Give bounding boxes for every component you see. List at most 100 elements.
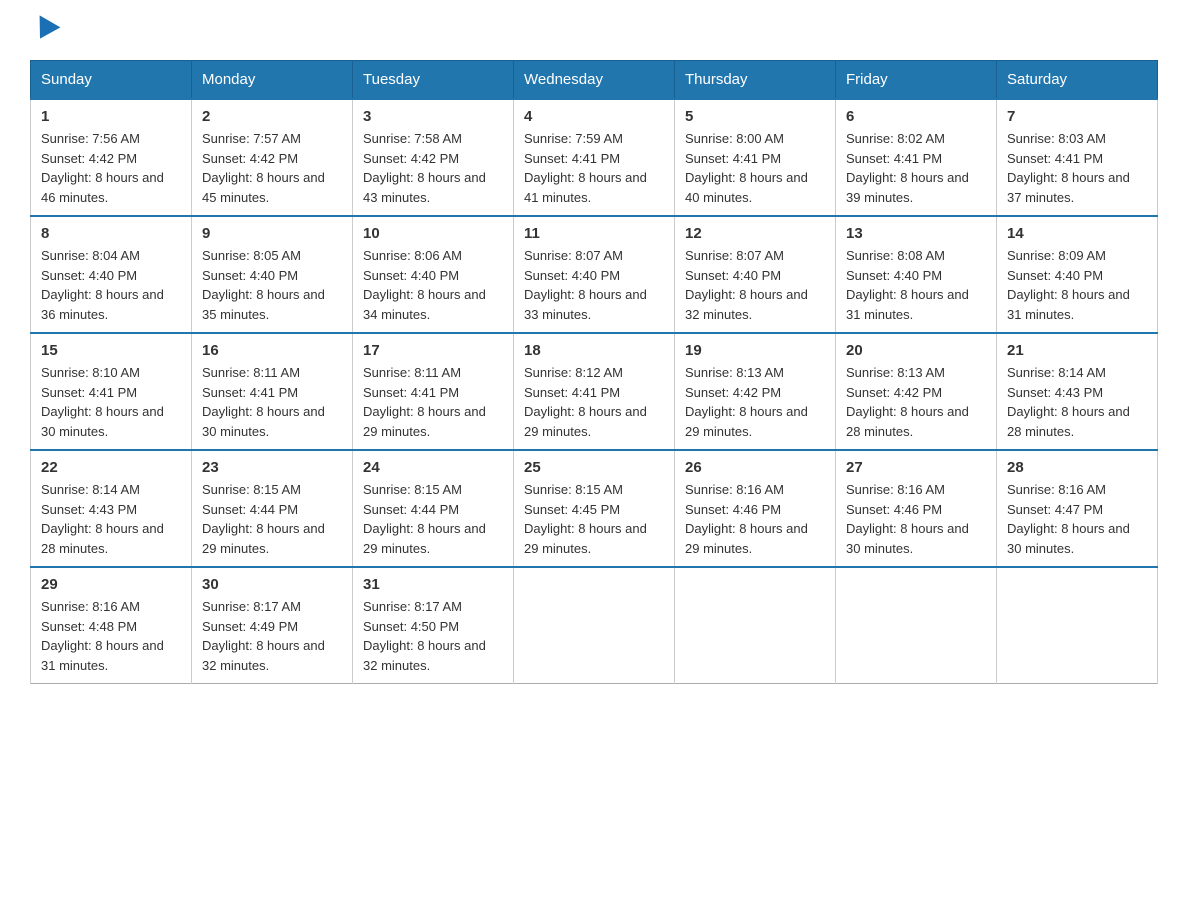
day-info: Sunrise: 8:12 AMSunset: 4:41 PMDaylight:… [524,365,647,439]
weekday-saturday: Saturday [997,61,1158,100]
day-cell [514,567,675,684]
day-number: 4 [524,108,664,125]
day-cell: 5 Sunrise: 8:00 AMSunset: 4:41 PMDayligh… [675,99,836,216]
day-number: 21 [1007,342,1147,359]
day-info: Sunrise: 8:11 AMSunset: 4:41 PMDaylight:… [363,365,486,439]
day-cell: 29 Sunrise: 8:16 AMSunset: 4:48 PMDaylig… [31,567,192,684]
day-cell: 16 Sunrise: 8:11 AMSunset: 4:41 PMDaylig… [192,333,353,450]
day-number: 13 [846,225,986,242]
day-number: 17 [363,342,503,359]
day-cell: 20 Sunrise: 8:13 AMSunset: 4:42 PMDaylig… [836,333,997,450]
day-info: Sunrise: 8:14 AMSunset: 4:43 PMDaylight:… [41,482,164,556]
day-cell: 11 Sunrise: 8:07 AMSunset: 4:40 PMDaylig… [514,216,675,333]
day-number: 10 [363,225,503,242]
weekday-monday: Monday [192,61,353,100]
weekday-sunday: Sunday [31,61,192,100]
day-cell: 15 Sunrise: 8:10 AMSunset: 4:41 PMDaylig… [31,333,192,450]
day-info: Sunrise: 8:16 AMSunset: 4:46 PMDaylight:… [846,482,969,556]
day-number: 20 [846,342,986,359]
day-cell: 2 Sunrise: 7:57 AMSunset: 4:42 PMDayligh… [192,99,353,216]
day-number: 30 [202,576,342,593]
day-cell: 31 Sunrise: 8:17 AMSunset: 4:50 PMDaylig… [353,567,514,684]
week-row-3: 15 Sunrise: 8:10 AMSunset: 4:41 PMDaylig… [31,333,1158,450]
day-cell: 23 Sunrise: 8:15 AMSunset: 4:44 PMDaylig… [192,450,353,567]
day-number: 1 [41,108,181,125]
day-cell: 27 Sunrise: 8:16 AMSunset: 4:46 PMDaylig… [836,450,997,567]
day-info: Sunrise: 8:07 AMSunset: 4:40 PMDaylight:… [685,248,808,322]
day-cell: 22 Sunrise: 8:14 AMSunset: 4:43 PMDaylig… [31,450,192,567]
logo-triangle-icon [30,15,61,44]
day-number: 3 [363,108,503,125]
day-cell: 18 Sunrise: 8:12 AMSunset: 4:41 PMDaylig… [514,333,675,450]
weekday-thursday: Thursday [675,61,836,100]
weekday-row: SundayMondayTuesdayWednesdayThursdayFrid… [31,61,1158,100]
day-info: Sunrise: 8:06 AMSunset: 4:40 PMDaylight:… [363,248,486,322]
day-number: 29 [41,576,181,593]
day-info: Sunrise: 8:07 AMSunset: 4:40 PMDaylight:… [524,248,647,322]
weekday-tuesday: Tuesday [353,61,514,100]
day-info: Sunrise: 8:11 AMSunset: 4:41 PMDaylight:… [202,365,325,439]
week-row-1: 1 Sunrise: 7:56 AMSunset: 4:42 PMDayligh… [31,99,1158,216]
day-number: 6 [846,108,986,125]
day-number: 16 [202,342,342,359]
day-cell: 14 Sunrise: 8:09 AMSunset: 4:40 PMDaylig… [997,216,1158,333]
day-number: 22 [41,459,181,476]
day-info: Sunrise: 8:16 AMSunset: 4:46 PMDaylight:… [685,482,808,556]
weekday-wednesday: Wednesday [514,61,675,100]
day-cell: 8 Sunrise: 8:04 AMSunset: 4:40 PMDayligh… [31,216,192,333]
week-row-5: 29 Sunrise: 8:16 AMSunset: 4:48 PMDaylig… [31,567,1158,684]
day-number: 11 [524,225,664,242]
day-number: 26 [685,459,825,476]
day-info: Sunrise: 8:03 AMSunset: 4:41 PMDaylight:… [1007,131,1130,205]
page-header [30,20,1158,40]
day-number: 2 [202,108,342,125]
day-cell: 7 Sunrise: 8:03 AMSunset: 4:41 PMDayligh… [997,99,1158,216]
day-cell: 26 Sunrise: 8:16 AMSunset: 4:46 PMDaylig… [675,450,836,567]
day-cell: 19 Sunrise: 8:13 AMSunset: 4:42 PMDaylig… [675,333,836,450]
day-info: Sunrise: 8:04 AMSunset: 4:40 PMDaylight:… [41,248,164,322]
logo [30,20,60,40]
day-number: 28 [1007,459,1147,476]
day-cell: 1 Sunrise: 7:56 AMSunset: 4:42 PMDayligh… [31,99,192,216]
day-info: Sunrise: 8:17 AMSunset: 4:50 PMDaylight:… [363,599,486,673]
day-info: Sunrise: 8:00 AMSunset: 4:41 PMDaylight:… [685,131,808,205]
day-cell: 25 Sunrise: 8:15 AMSunset: 4:45 PMDaylig… [514,450,675,567]
day-number: 15 [41,342,181,359]
day-number: 12 [685,225,825,242]
day-info: Sunrise: 8:16 AMSunset: 4:48 PMDaylight:… [41,599,164,673]
day-cell: 17 Sunrise: 8:11 AMSunset: 4:41 PMDaylig… [353,333,514,450]
day-number: 23 [202,459,342,476]
day-info: Sunrise: 7:56 AMSunset: 4:42 PMDaylight:… [41,131,164,205]
day-info: Sunrise: 8:08 AMSunset: 4:40 PMDaylight:… [846,248,969,322]
day-number: 14 [1007,225,1147,242]
day-number: 19 [685,342,825,359]
day-number: 24 [363,459,503,476]
day-info: Sunrise: 7:58 AMSunset: 4:42 PMDaylight:… [363,131,486,205]
day-cell: 12 Sunrise: 8:07 AMSunset: 4:40 PMDaylig… [675,216,836,333]
day-number: 18 [524,342,664,359]
day-cell: 21 Sunrise: 8:14 AMSunset: 4:43 PMDaylig… [997,333,1158,450]
day-number: 27 [846,459,986,476]
day-info: Sunrise: 8:14 AMSunset: 4:43 PMDaylight:… [1007,365,1130,439]
day-info: Sunrise: 7:57 AMSunset: 4:42 PMDaylight:… [202,131,325,205]
day-cell: 3 Sunrise: 7:58 AMSunset: 4:42 PMDayligh… [353,99,514,216]
day-info: Sunrise: 8:16 AMSunset: 4:47 PMDaylight:… [1007,482,1130,556]
day-cell: 6 Sunrise: 8:02 AMSunset: 4:41 PMDayligh… [836,99,997,216]
day-cell: 30 Sunrise: 8:17 AMSunset: 4:49 PMDaylig… [192,567,353,684]
day-cell: 9 Sunrise: 8:05 AMSunset: 4:40 PMDayligh… [192,216,353,333]
calendar-header: SundayMondayTuesdayWednesdayThursdayFrid… [31,61,1158,100]
day-info: Sunrise: 7:59 AMSunset: 4:41 PMDaylight:… [524,131,647,205]
day-info: Sunrise: 8:13 AMSunset: 4:42 PMDaylight:… [846,365,969,439]
week-row-4: 22 Sunrise: 8:14 AMSunset: 4:43 PMDaylig… [31,450,1158,567]
calendar-body: 1 Sunrise: 7:56 AMSunset: 4:42 PMDayligh… [31,99,1158,684]
day-info: Sunrise: 8:02 AMSunset: 4:41 PMDaylight:… [846,131,969,205]
day-number: 9 [202,225,342,242]
day-cell: 4 Sunrise: 7:59 AMSunset: 4:41 PMDayligh… [514,99,675,216]
day-info: Sunrise: 8:15 AMSunset: 4:44 PMDaylight:… [202,482,325,556]
day-cell [675,567,836,684]
day-number: 8 [41,225,181,242]
week-row-2: 8 Sunrise: 8:04 AMSunset: 4:40 PMDayligh… [31,216,1158,333]
day-cell: 10 Sunrise: 8:06 AMSunset: 4:40 PMDaylig… [353,216,514,333]
day-number: 25 [524,459,664,476]
day-cell: 28 Sunrise: 8:16 AMSunset: 4:47 PMDaylig… [997,450,1158,567]
